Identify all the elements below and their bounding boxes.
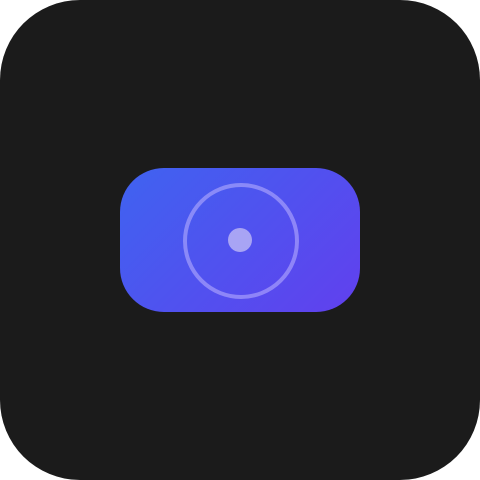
camera-lens-center [228,228,252,252]
app-icon-tile[interactable] [0,0,480,480]
